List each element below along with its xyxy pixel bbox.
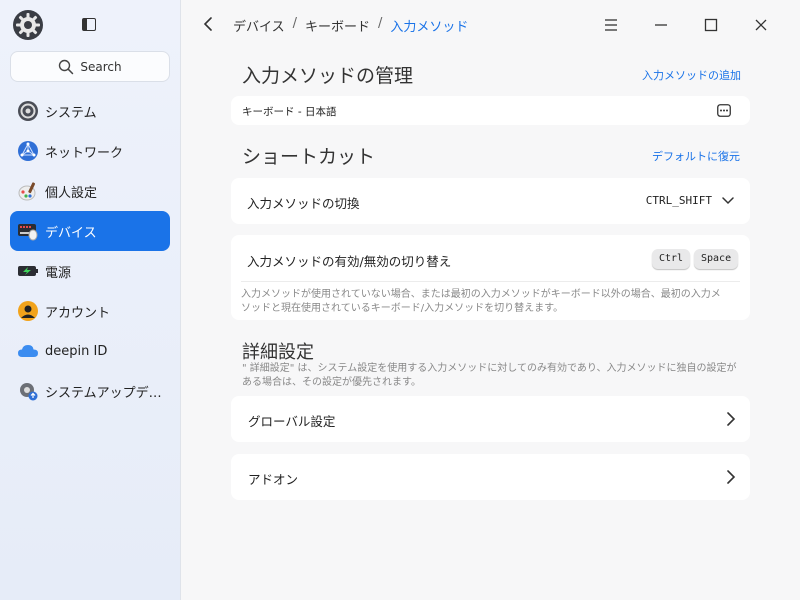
toggle-input-method-description: 入力メソッドが使用されていない場合、または最初の入力メソッドがキーボード以外の場… [241, 289, 721, 314]
minimize-button[interactable] [636, 14, 686, 36]
global-settings-label: グローバル設定 [248, 414, 336, 429]
switch-input-method-label: 入力メソッドの切換 [247, 196, 360, 211]
breadcrumb-separator: / [378, 16, 383, 31]
addons-row[interactable]: アドオン [231, 454, 750, 500]
sidebar-item-network[interactable]: ネットワーク [10, 131, 170, 171]
chevron-down-icon[interactable] [722, 197, 734, 205]
sidebar-item-system-update[interactable]: システムアップデ… [10, 371, 170, 411]
sidebar-item-label: deepin ID [45, 343, 108, 359]
system-icon [17, 100, 39, 122]
sidebar-toggle-icon[interactable] [82, 18, 96, 31]
breadcrumb-item-keyboard[interactable]: キーボード [305, 16, 370, 35]
input-method-list: キーボード - 日本語 [231, 96, 750, 125]
search-input[interactable]: Search [10, 51, 170, 82]
sidebar-item-label: システムアップデ… [45, 385, 162, 401]
menu-icon [605, 19, 617, 31]
sidebar-item-label: ネットワーク [45, 145, 124, 161]
sidebar-item-label: デバイス [45, 225, 97, 241]
sidebar-item-system[interactable]: システム [10, 91, 170, 131]
sidebar-item-devices[interactable]: デバイス [10, 211, 170, 251]
search-icon [59, 59, 74, 74]
network-icon [17, 140, 39, 162]
breadcrumb-item-input-method: 入力メソッド [390, 20, 469, 35]
section-title-input-method-management: 入力メソッドの管理 [242, 65, 414, 87]
maximize-button[interactable] [686, 14, 736, 36]
sidebar-item-label: システム [45, 105, 97, 121]
breadcrumb-item-devices[interactable]: デバイス [233, 16, 285, 35]
toggle-input-method-card: 入力メソッドの有効/無効の切り替え Ctrl Space 入力メソッドが使用され… [231, 235, 750, 320]
update-icon [17, 380, 39, 402]
global-settings-row[interactable]: グローバル設定 [231, 396, 750, 442]
sidebar-item-label: 個人設定 [45, 185, 98, 201]
chevron-left-icon [203, 17, 212, 31]
main-panel: デバイス / キーボード / 入力メソッド 入力メソッドの管理 入力メソッドの追… [181, 0, 800, 600]
account-icon [17, 300, 39, 322]
sidebar-item-power[interactable]: 電源 [10, 251, 170, 291]
personalization-icon [17, 180, 39, 202]
input-method-entry: キーボード - 日本語 [242, 106, 337, 118]
settings-gear-icon [12, 9, 44, 41]
sidebar-item-deepin-id[interactable]: deepin ID [10, 331, 170, 371]
power-icon [17, 260, 39, 282]
breadcrumb-separator: / [292, 16, 298, 31]
cloud-icon [17, 340, 39, 362]
close-icon [755, 19, 767, 31]
search-placeholder: Search [80, 59, 122, 74]
chevron-right-icon [727, 470, 736, 484]
section-title-shortcuts: ショートカット [242, 146, 376, 168]
minimize-icon [655, 24, 667, 26]
shortcut-key-space[interactable]: Space [694, 249, 739, 269]
sidebar-item-label: 電源 [45, 265, 72, 281]
chevron-right-icon [727, 412, 736, 426]
sidebar: Search システム ネットワーク 個人設定 デバイス 電源 アカウント de… [0, 0, 181, 600]
advanced-description: " 詳細設定" は、システム設定を使用する入力メソッドに対してのみ有効であり、入… [242, 363, 737, 388]
sidebar-item-label: アカウント [45, 305, 111, 321]
divider [241, 281, 740, 282]
window-controls [586, 14, 786, 36]
section-title-advanced: 詳細設定 [242, 342, 314, 363]
device-icon [17, 220, 39, 242]
sidebar-nav: システム ネットワーク 個人設定 デバイス 電源 アカウント deepin ID… [10, 91, 170, 411]
toggle-input-method-label: 入力メソッドの有効/無効の切り替え [247, 254, 452, 269]
menu-button[interactable] [586, 14, 636, 36]
breadcrumb: デバイス / キーボード / 入力メソッド [233, 16, 468, 35]
more-options-icon[interactable] [717, 104, 731, 117]
addons-label: アドオン [248, 472, 299, 487]
add-input-method-link[interactable]: 入力メソッドの追加 [642, 67, 741, 83]
sidebar-item-accounts[interactable]: アカウント [10, 291, 170, 331]
sidebar-item-personalization[interactable]: 個人設定 [10, 171, 170, 211]
close-button[interactable] [736, 14, 786, 36]
maximize-icon [704, 18, 718, 32]
shortcut-key-ctrl[interactable]: Ctrl [652, 249, 691, 269]
back-button[interactable] [199, 15, 217, 33]
restore-defaults-link[interactable]: デフォルトに復元 [652, 148, 740, 164]
switch-input-method-value[interactable]: CTRL_SHIFT [646, 194, 712, 207]
switch-input-method-row[interactable]: 入力メソッドの切換 CTRL_SHIFT [231, 178, 750, 224]
